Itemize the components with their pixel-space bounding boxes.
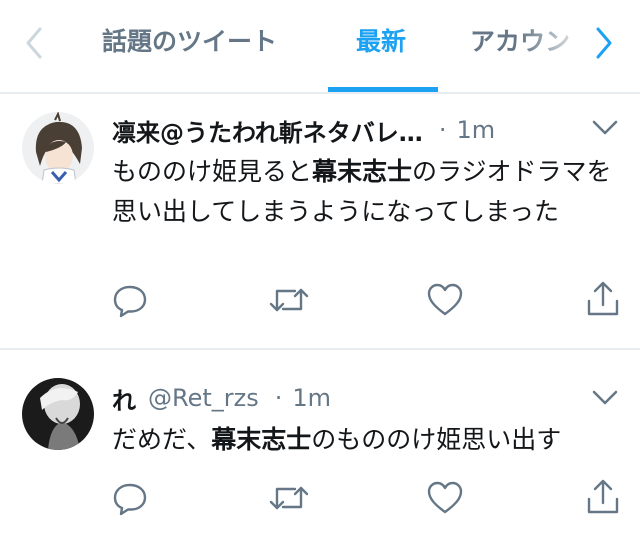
avatar[interactable] [22, 378, 94, 450]
chevron-left-icon[interactable] [24, 26, 44, 60]
like-icon[interactable] [426, 480, 464, 516]
highlighted-keyword: 幕末志士 [312, 157, 413, 186]
retweet-icon[interactable] [269, 282, 309, 318]
tweet[interactable]: 凛来@うたわれ斬ネタバレ… · 1m もののけ姫見ると幕末志士のラジオドラマを思… [0, 94, 640, 348]
highlighted-keyword: 幕末志士 [211, 425, 312, 454]
chevron-right-icon[interactable] [594, 26, 614, 60]
retweet-icon[interactable] [269, 480, 309, 516]
chevron-down-icon[interactable] [592, 390, 618, 406]
like-icon[interactable] [426, 282, 464, 318]
share-icon[interactable] [586, 280, 620, 318]
display-name[interactable]: れ [112, 381, 136, 416]
tab-top-tweets[interactable]: 話題のツイート [102, 22, 277, 58]
active-tab-indicator [328, 87, 438, 92]
tab-latest[interactable]: 最新 [356, 22, 406, 58]
chevron-down-icon[interactable] [592, 120, 618, 136]
tweet-text: もののけ姫見ると幕末志士のラジオドラマを思い出してしまうようになってしまった [112, 157, 612, 226]
share-icon[interactable] [586, 478, 620, 516]
separator-dot: · [274, 384, 283, 412]
avatar-photo-icon [22, 378, 94, 450]
timestamp[interactable]: 1m [456, 116, 495, 144]
tweet[interactable]: れ @Ret_rzs · 1m だめだ、幕末志士のもののけ姫思い出す [0, 350, 640, 544]
timestamp[interactable]: 1m [292, 384, 331, 412]
reply-icon[interactable] [112, 282, 148, 318]
avatar[interactable] [22, 112, 94, 184]
avatar-anime-girl-icon [22, 112, 94, 184]
tweet-text: だめだ、幕末志士のもののけ姫思い出す [112, 425, 562, 454]
reply-icon[interactable] [112, 480, 148, 516]
tweet-actions [0, 280, 640, 320]
tweet-header: れ @Ret_rzs · 1m [112, 380, 331, 416]
tab-fade [520, 0, 590, 90]
display-name[interactable]: 凛来@うたわれ斬ネタバレ… [112, 113, 423, 148]
tweet-header: 凛来@うたわれ斬ネタバレ… · 1m [112, 112, 495, 148]
separator-dot: · [438, 116, 447, 144]
tab-bar: 話題のツイート 最新 アカウン [0, 0, 640, 94]
username[interactable]: @Ret_rzs [148, 384, 259, 412]
tweet-actions [0, 478, 640, 518]
